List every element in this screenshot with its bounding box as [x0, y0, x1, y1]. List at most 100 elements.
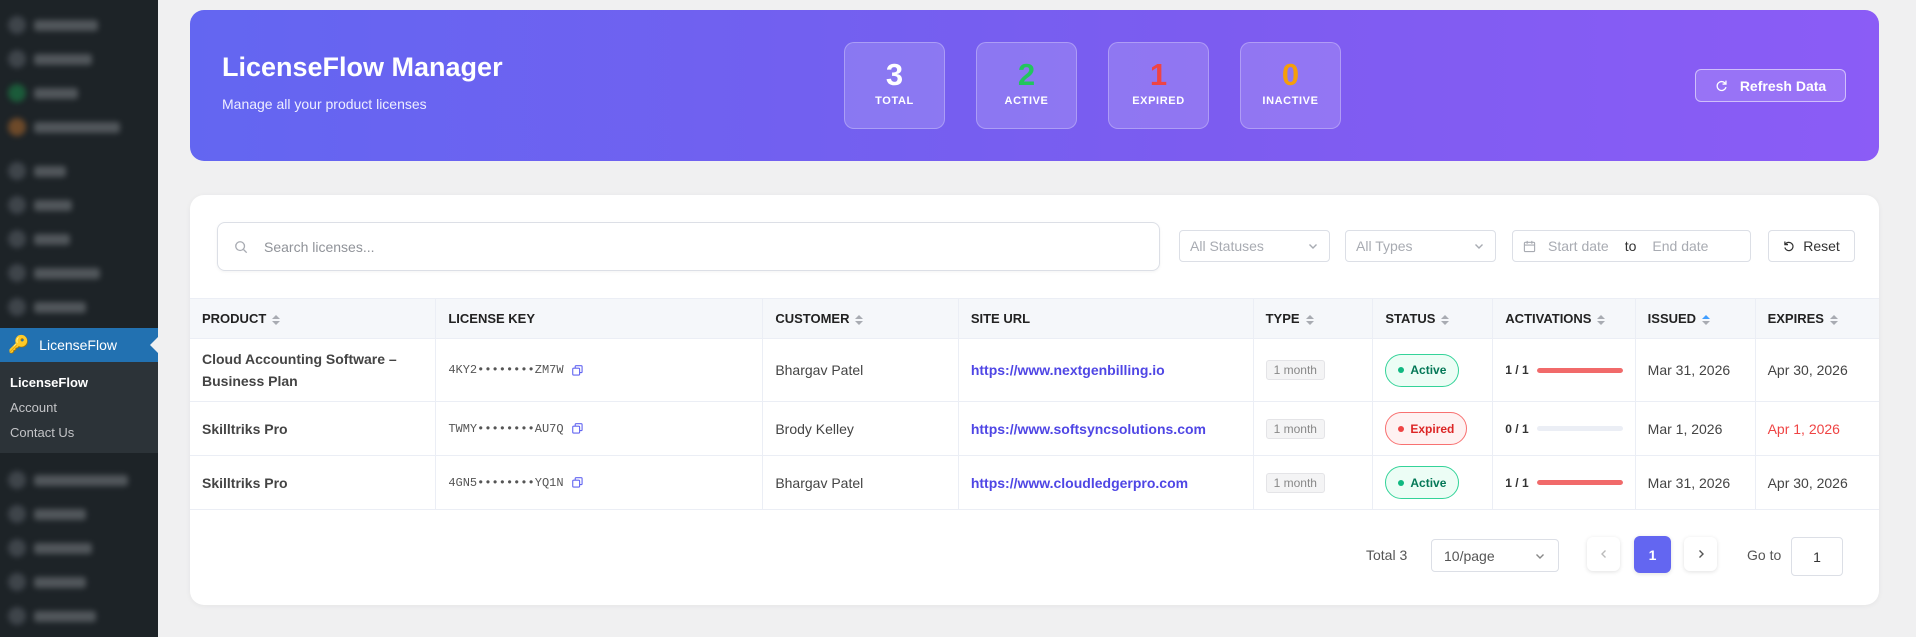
sort-icon[interactable]: [1597, 314, 1606, 325]
product-cell: Skilltriks Pro: [190, 455, 437, 510]
sidebar-item-blurred[interactable]: [0, 222, 158, 256]
issued-cell: Mar 31, 2026: [1635, 455, 1756, 510]
table-row[interactable]: Cloud Accounting Software – Business Plan…: [190, 338, 1879, 402]
activations-bar: [1536, 480, 1623, 485]
range-separator: to: [1624, 238, 1637, 254]
column-header-expires[interactable]: EXPIRES: [1755, 298, 1879, 339]
start-date-input[interactable]: Start date: [1548, 238, 1609, 254]
site-url-link[interactable]: https://www.cloudledgerpro.com: [971, 475, 1188, 491]
reset-button[interactable]: Reset: [1768, 230, 1855, 262]
type-filter-select[interactable]: All Types: [1345, 230, 1496, 262]
table-row[interactable]: Skilltriks Pro 4GN5••••••••YQ1N Bhargav …: [190, 455, 1879, 510]
sidebar-item-blurred[interactable]: [0, 463, 158, 497]
stat-label-total: TOTAL: [875, 95, 914, 107]
sidebar-item-blurred[interactable]: [0, 565, 158, 599]
search-input[interactable]: Search licenses...: [217, 222, 1160, 271]
license-key-cell: 4GN5••••••••YQ1N: [435, 455, 764, 510]
sort-icon[interactable]: [855, 314, 864, 325]
sort-icon[interactable]: [1829, 314, 1838, 325]
copy-icon[interactable]: [571, 423, 583, 434]
product-cell: Cloud Accounting Software – Business Plan: [190, 338, 437, 402]
copy-icon[interactable]: [571, 477, 583, 488]
licenses-card: Search licenses... All Statuses All Type…: [190, 195, 1879, 605]
chevron-down-icon: [1473, 240, 1485, 252]
submenu-item-licenseflow[interactable]: LicenseFlow: [0, 370, 158, 395]
license-key: 4KY2••••••••ZM7W: [448, 363, 564, 377]
table-header-row: PRODUCT LICENSE KEY CUSTOMER SITE URL TY…: [190, 298, 1879, 339]
type-tag: 1 month: [1265, 360, 1325, 380]
prev-page-button[interactable]: [1587, 537, 1620, 571]
activations-count: 0 / 1: [1505, 421, 1529, 436]
column-header-type[interactable]: TYPE: [1253, 298, 1374, 339]
sidebar-item-blurred[interactable]: [0, 8, 158, 42]
header-banner: LicenseFlow Manager Manage all your prod…: [190, 10, 1879, 161]
stat-card-inactive: 0 INACTIVE: [1240, 42, 1341, 129]
sidebar-item-blurred[interactable]: [0, 497, 158, 531]
sidebar-item-blurred[interactable]: [0, 188, 158, 222]
sidebar-item-blurred[interactable]: [0, 531, 158, 565]
product-cell: Skilltriks Pro: [190, 401, 437, 456]
activations-bar: [1536, 426, 1623, 431]
sidebar-item-blurred[interactable]: [0, 290, 158, 324]
column-header-customer[interactable]: CUSTOMER: [762, 298, 959, 339]
expires-cell: Apr 30, 2026: [1755, 338, 1879, 402]
column-header-issued[interactable]: ISSUED: [1635, 298, 1756, 339]
admin-sidebar: 🔑 LicenseFlow LicenseFlow Account Contac…: [0, 0, 158, 637]
stat-card-total: 3 TOTAL: [844, 42, 945, 129]
license-key: 4GN5••••••••YQ1N: [448, 475, 564, 490]
activations-bar: [1536, 367, 1623, 373]
column-header-activations[interactable]: ACTIVATIONS: [1492, 298, 1636, 339]
next-page-button[interactable]: [1684, 537, 1717, 571]
search-icon: [234, 240, 248, 254]
page-title: LicenseFlow Manager: [222, 52, 503, 82]
type-cell: 1 month: [1253, 401, 1374, 456]
sidebar-submenu: LicenseFlow Account Contact Us: [0, 362, 158, 453]
site-url-cell: https://www.nextgenbilling.io: [958, 338, 1254, 402]
goto-page-input[interactable]: 1: [1791, 537, 1843, 576]
sort-icon[interactable]: [1305, 314, 1314, 325]
status-filter-select[interactable]: All Statuses: [1179, 230, 1330, 262]
page-size-select[interactable]: 10/page: [1431, 539, 1559, 572]
submenu-item-contact-us[interactable]: Contact Us: [0, 420, 158, 445]
status-badge: Expired: [1385, 412, 1468, 445]
submenu-item-account[interactable]: Account: [0, 395, 158, 420]
chevron-left-icon: [1599, 549, 1609, 559]
chevron-right-icon: [1696, 549, 1706, 559]
date-range-picker[interactable]: Start date to End date: [1512, 230, 1751, 262]
customer-cell: Bhargav Patel: [762, 338, 959, 402]
customer-cell: Brody Kelley: [762, 401, 959, 456]
copy-icon[interactable]: [571, 364, 583, 376]
column-header-product[interactable]: PRODUCT: [190, 298, 437, 339]
site-url-link[interactable]: https://www.nextgenbilling.io: [971, 362, 1165, 378]
end-date-input[interactable]: End date: [1652, 238, 1708, 254]
column-header-site-url: SITE URL: [958, 298, 1254, 339]
sidebar-item-blurred[interactable]: [0, 110, 158, 144]
sort-icon[interactable]: [1702, 314, 1711, 325]
sidebar-item-blurred[interactable]: [0, 76, 158, 110]
license-key-cell: 4KY2••••••••ZM7W: [435, 338, 764, 402]
column-header-status[interactable]: STATUS: [1372, 298, 1494, 339]
sidebar-item-blurred[interactable]: [0, 599, 158, 633]
sidebar-item-blurred[interactable]: [0, 42, 158, 76]
table-row[interactable]: Skilltriks Pro TWMY••••••••AU7Q Brody Ke…: [190, 401, 1879, 456]
activations-cell: 1 / 1: [1492, 338, 1636, 402]
license-key: TWMY••••••••AU7Q: [448, 421, 564, 436]
refresh-data-button[interactable]: Refresh Data: [1695, 69, 1846, 102]
expires-cell: Apr 1, 2026: [1755, 401, 1879, 456]
stat-value-expired: 1: [1149, 57, 1168, 92]
sidebar-item-licenseflow[interactable]: 🔑 LicenseFlow: [0, 328, 158, 362]
customer-cell: Bhargav Patel: [762, 455, 959, 510]
status-cell: Active: [1372, 338, 1494, 402]
site-url-link[interactable]: https://www.softsyncsolutions.com: [971, 421, 1206, 437]
status-cell: Expired: [1372, 401, 1494, 456]
site-url-cell: https://www.softsyncsolutions.com: [958, 401, 1254, 456]
sort-icon[interactable]: [272, 314, 281, 325]
activations-cell: 1 / 1: [1492, 455, 1636, 510]
page-button-current[interactable]: 1: [1634, 536, 1671, 573]
page-subtitle: Manage all your product licenses: [222, 96, 427, 112]
sidebar-item-blurred[interactable]: [0, 256, 158, 290]
sort-icon[interactable]: [1441, 314, 1450, 325]
stat-label-active: ACTIVE: [1004, 95, 1049, 107]
license-key-cell: TWMY••••••••AU7Q: [435, 401, 764, 456]
sidebar-item-blurred[interactable]: [0, 154, 158, 188]
